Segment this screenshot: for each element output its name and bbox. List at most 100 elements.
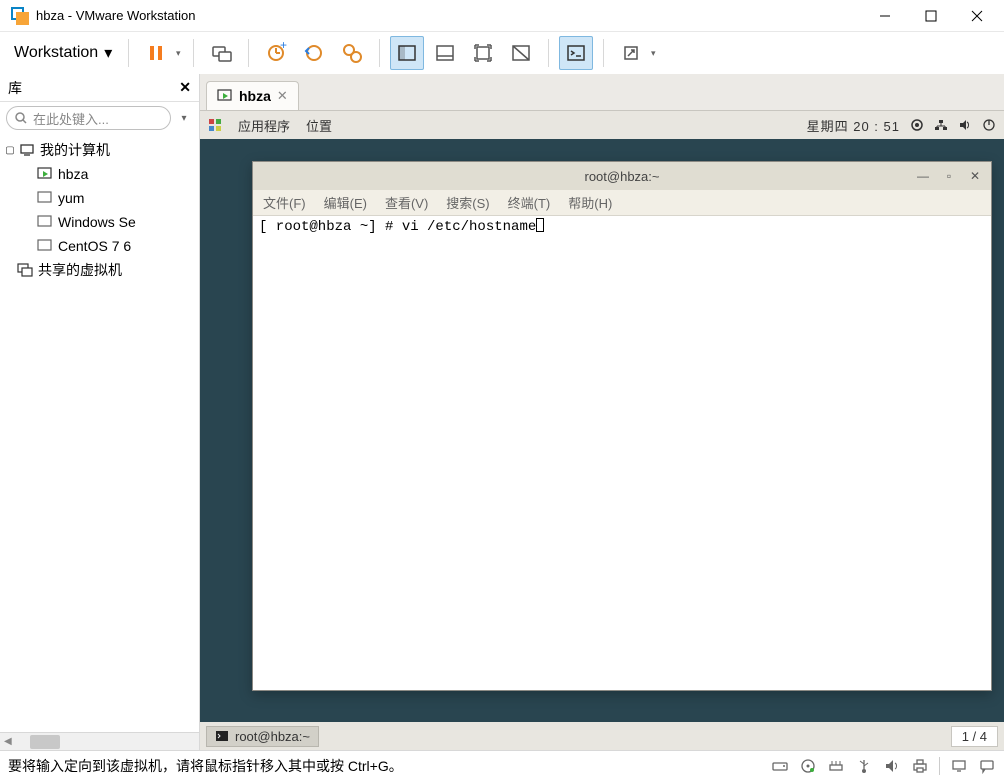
gnome-clock[interactable]: 星期四 20 : 51: [807, 116, 900, 135]
vm-running-icon: [217, 88, 233, 104]
toolbar-separator: [193, 39, 194, 67]
stretch-dropdown[interactable]: ▾: [648, 48, 658, 59]
menu-help[interactable]: 帮助(H): [568, 193, 612, 212]
tree-label: Windows Se: [56, 214, 136, 230]
search-placeholder: 在此处键入...: [33, 109, 109, 128]
terminal-window[interactable]: root@hbza:~ — ▫ ✕ 文件(F) 编辑(E) 查看(V) 搜索(S…: [252, 161, 992, 691]
library-search-input[interactable]: 在此处键入...: [6, 106, 171, 130]
tab-label: hbza: [239, 88, 271, 104]
status-bar: 要将输入定向到该虚拟机，请将鼠标指针移入其中或按 Ctrl+G。: [0, 750, 1004, 780]
library-close-button[interactable]: ✕: [179, 79, 191, 96]
tree-label: hbza: [56, 166, 88, 182]
tree-node-vm[interactable]: Windows Se: [0, 210, 199, 234]
minimize-button[interactable]: [862, 0, 908, 32]
terminal-minimize-button[interactable]: —: [911, 166, 935, 186]
close-button[interactable]: [954, 0, 1000, 32]
tab-close-button[interactable]: ✕: [277, 88, 288, 104]
taskbar-app-terminal[interactable]: root@hbza:~: [206, 726, 319, 747]
toolbar-separator: [548, 39, 549, 67]
view-fullscreen-button[interactable]: [466, 36, 500, 70]
workstation-menu[interactable]: Workstation ▾: [8, 39, 118, 67]
network-adapter-icon[interactable]: [827, 757, 845, 775]
vm-running-icon: [36, 165, 54, 183]
vm-tab[interactable]: hbza ✕: [206, 81, 299, 110]
tree-label: CentOS 7 6: [56, 238, 131, 254]
cdrom-icon[interactable]: [799, 757, 817, 775]
tree-node-vm[interactable]: yum: [0, 186, 199, 210]
soundcard-icon[interactable]: [883, 757, 901, 775]
toolbar-separator: [379, 39, 380, 67]
vm-tabbar: hbza ✕: [200, 74, 1004, 110]
power-dropdown[interactable]: ▾: [173, 48, 183, 59]
tree-node-my-computer[interactable]: ▢ 我的计算机: [0, 138, 199, 162]
chevron-down-icon: ▾: [104, 43, 112, 63]
tree-node-vm[interactable]: hbza: [0, 162, 199, 186]
power-group: ▾: [139, 36, 183, 70]
collapse-icon[interactable]: ▢: [4, 145, 16, 156]
snapshot-manager-button[interactable]: [335, 36, 369, 70]
search-dropdown[interactable]: ▾: [175, 109, 193, 127]
workspace-label: 1 / 4: [962, 729, 987, 744]
menu-view[interactable]: 查看(V): [385, 193, 428, 212]
library-search-row: 在此处键入... ▾: [0, 102, 199, 134]
send-ctrlaltdel-button[interactable]: [204, 36, 238, 70]
network-icon[interactable]: [934, 118, 948, 132]
view-unity-button[interactable]: [504, 36, 538, 70]
workspace-switcher[interactable]: 1 / 4: [951, 726, 998, 747]
main-toolbar: Workstation ▾ ▾ + ▾: [0, 32, 1004, 74]
gnome-apps-menu[interactable]: 应用程序: [238, 116, 290, 135]
view-console-button[interactable]: [559, 36, 593, 70]
gnome-activities-icon[interactable]: [208, 118, 222, 132]
scrollbar-thumb[interactable]: [30, 735, 60, 749]
library-sidebar: 库 ✕ 在此处键入... ▾ ▢ 我的计算机 hbza yum: [0, 74, 200, 750]
pause-button[interactable]: [139, 36, 173, 70]
library-tree: ▢ 我的计算机 hbza yum Windows Se CentOS 7 6: [0, 134, 199, 732]
workstation-menu-label: Workstation: [14, 44, 98, 62]
sidebar-scrollbar[interactable]: ◀: [0, 732, 199, 750]
terminal-body[interactable]: [ root@hbza ~] # vi /etc/hostname: [253, 216, 991, 690]
vm-icon: [36, 213, 54, 231]
harddisk-icon[interactable]: [771, 757, 789, 775]
view-sidebar-button[interactable]: [390, 36, 424, 70]
terminal-title: root@hbza:~: [585, 169, 660, 184]
menu-edit[interactable]: 编辑(E): [324, 193, 367, 212]
status-message: 要将输入定向到该虚拟机，请将鼠标指针移入其中或按 Ctrl+G。: [8, 756, 771, 776]
search-icon: [15, 112, 27, 124]
shared-vms-icon: [16, 261, 34, 279]
volume-icon[interactable]: [958, 118, 972, 132]
window-title: hbza - VMware Workstation: [36, 8, 862, 23]
window-titlebar: hbza - VMware Workstation: [0, 0, 1004, 32]
record-icon[interactable]: [910, 118, 924, 132]
printer-icon[interactable]: [911, 757, 929, 775]
stretch-group: ▾: [614, 36, 658, 70]
view-thumbnail-button[interactable]: [428, 36, 462, 70]
guest-top-panel: 应用程序 位置 星期四 20 : 51: [200, 111, 1004, 139]
tree-node-vm[interactable]: CentOS 7 6: [0, 234, 199, 258]
vm-icon: [36, 237, 54, 255]
vm-console[interactable]: 应用程序 位置 星期四 20 : 51 root@hbza:~ —: [200, 110, 1004, 750]
terminal-menubar: 文件(F) 编辑(E) 查看(V) 搜索(S) 终端(T) 帮助(H): [253, 190, 991, 216]
gnome-places-menu[interactable]: 位置: [306, 116, 332, 135]
maximize-button[interactable]: [908, 0, 954, 32]
toolbar-separator: [603, 39, 604, 67]
terminal-cursor: [536, 218, 544, 232]
terminal-icon: [215, 729, 229, 743]
power-icon[interactable]: [982, 118, 996, 132]
menu-search[interactable]: 搜索(S): [446, 193, 489, 212]
stretch-button[interactable]: [614, 36, 648, 70]
snapshot-take-button[interactable]: +: [259, 36, 293, 70]
terminal-titlebar[interactable]: root@hbza:~ — ▫ ✕: [253, 162, 991, 190]
tree-node-shared[interactable]: 共享的虚拟机: [0, 258, 199, 282]
toolbar-separator: [128, 39, 129, 67]
guest-bottom-panel: root@hbza:~ 1 / 4: [200, 722, 1004, 750]
terminal-maximize-button[interactable]: ▫: [937, 166, 961, 186]
usb-icon[interactable]: [855, 757, 873, 775]
message-log-icon[interactable]: [978, 757, 996, 775]
terminal-close-button[interactable]: ✕: [963, 166, 987, 186]
terminal-line: [ root@hbza ~] # vi /etc/hostname: [259, 219, 536, 235]
menu-file[interactable]: 文件(F): [263, 193, 306, 212]
menu-terminal[interactable]: 终端(T): [508, 193, 551, 212]
snapshot-revert-button[interactable]: [297, 36, 331, 70]
display-icon[interactable]: [950, 757, 968, 775]
taskbar-label: root@hbza:~: [235, 729, 310, 744]
